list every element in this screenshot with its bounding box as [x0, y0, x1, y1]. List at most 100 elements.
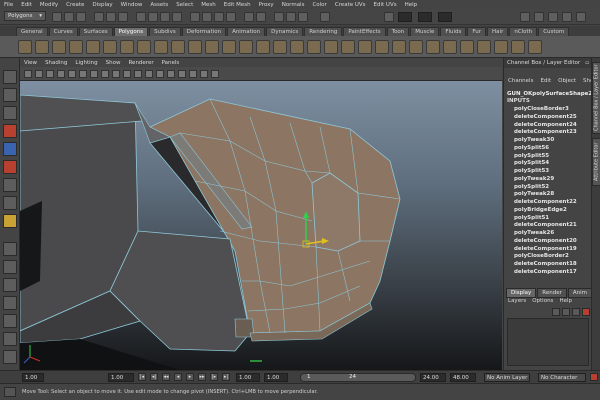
close-icon[interactable]: ▫: [585, 60, 589, 66]
channel-menu-object[interactable]: Object: [558, 78, 576, 84]
layer-menu-layers[interactable]: Layers: [508, 298, 526, 304]
shelf-tab-curves[interactable]: Curves: [48, 27, 78, 36]
new-layer-selected-icon[interactable]: [582, 308, 590, 316]
scale-tool-icon[interactable]: [3, 160, 17, 174]
rotate-tool-icon[interactable]: [3, 142, 17, 156]
history-item[interactable]: deleteComponent22: [514, 199, 592, 207]
image-plane-icon[interactable]: [57, 69, 65, 78]
menu-select[interactable]: Select: [176, 2, 193, 8]
menu-create[interactable]: Create: [66, 2, 84, 8]
grid-icon[interactable]: [68, 69, 76, 78]
history-item[interactable]: polySplit53: [514, 168, 592, 176]
numeric-field-z[interactable]: [438, 12, 452, 22]
mask-uv-icon[interactable]: [172, 12, 182, 22]
step-forward-frame-icon[interactable]: ▸▸: [198, 373, 206, 381]
command-line-icon[interactable]: [4, 387, 16, 397]
show-manipulator-icon[interactable]: [3, 214, 17, 228]
isolate-select-icon[interactable]: [211, 69, 219, 78]
shelf-tab-rendering[interactable]: Rendering: [304, 27, 343, 36]
poly-extrude-icon[interactable]: [188, 39, 202, 54]
safe-action-icon[interactable]: [123, 69, 131, 78]
mask-face-icon[interactable]: [160, 12, 170, 22]
history-item[interactable]: polySplit52: [514, 184, 592, 192]
shelf-tab-animation[interactable]: Animation: [227, 27, 266, 36]
channel-menu-channels[interactable]: Channels: [508, 78, 533, 84]
side-tab-channel-box[interactable]: Channel Box / Layer Editor: [592, 62, 600, 134]
poly-sphere-icon[interactable]: [18, 39, 32, 54]
smooth-shade-icon[interactable]: [145, 69, 153, 78]
uv-editor-icon[interactable]: [426, 39, 440, 54]
range-start-field[interactable]: 1.00: [22, 373, 44, 382]
layer-tab-anim[interactable]: Anim: [567, 288, 593, 298]
poly-merge-icon[interactable]: [273, 39, 287, 54]
step-back-frame-icon[interactable]: ◂◂: [162, 373, 170, 381]
character-set-dropdown[interactable]: No Character Set: [538, 373, 586, 389]
menu-proxy[interactable]: Proxy: [259, 2, 274, 8]
mask-vertex-icon[interactable]: [136, 12, 146, 22]
menu-display[interactable]: Display: [92, 2, 112, 8]
camera-attributes-icon[interactable]: [35, 69, 43, 78]
viewport-menu-view[interactable]: View: [24, 60, 37, 66]
poly-mirror-icon[interactable]: [324, 39, 338, 54]
poly-reverse-icon[interactable]: [494, 39, 508, 54]
poly-planar-uv-icon[interactable]: [358, 39, 372, 54]
menu-window[interactable]: Window: [121, 2, 143, 8]
shelf-tab-general[interactable]: General: [16, 27, 48, 36]
single-perspective-layout-icon[interactable]: [3, 242, 17, 256]
history-item[interactable]: deleteComponent25: [514, 114, 592, 122]
viewport-menu-panels[interactable]: Panels: [162, 60, 180, 66]
poly-soften-edge-icon[interactable]: [460, 39, 474, 54]
poly-combine-icon[interactable]: [137, 39, 151, 54]
paint-select-tool-icon[interactable]: [3, 106, 17, 120]
menu-color[interactable]: Color: [312, 2, 326, 8]
bookmark-icon[interactable]: [46, 69, 54, 78]
layer-tab-render[interactable]: Render: [537, 288, 567, 298]
wireframe-on-shaded-icon[interactable]: [156, 69, 164, 78]
menu-edit[interactable]: Edit: [21, 2, 32, 8]
poly-cone-icon[interactable]: [69, 39, 83, 54]
side-tab-attribute-editor[interactable]: Attribute Editor: [592, 138, 600, 186]
numeric-field-x[interactable]: [398, 12, 412, 22]
poly-bridge-icon[interactable]: [205, 39, 219, 54]
poly-bevel-icon[interactable]: [256, 39, 270, 54]
persp-graph-layout-icon[interactable]: [3, 296, 17, 310]
shelf-tab-dynamics[interactable]: Dynamics: [266, 27, 304, 36]
poly-quadrangulate-icon[interactable]: [528, 39, 542, 54]
numeric-field-y[interactable]: [418, 12, 432, 22]
shelf-tab-toon[interactable]: Toon: [386, 27, 410, 36]
select-camera-icon[interactable]: [24, 69, 32, 78]
show-attribute-editor-icon[interactable]: [534, 12, 544, 22]
menu-edit-mesh[interactable]: Edit Mesh: [224, 2, 251, 8]
poly-cube-icon[interactable]: [35, 39, 49, 54]
show-tool-settings-icon[interactable]: [548, 12, 558, 22]
viewport-menu-renderer[interactable]: Renderer: [128, 60, 153, 66]
playback-start-field[interactable]: 1.00: [264, 373, 288, 382]
save-scene-icon[interactable]: [76, 12, 86, 22]
gate-mask-icon[interactable]: [101, 69, 109, 78]
snap-point-icon[interactable]: [214, 12, 224, 22]
film-gate-icon[interactable]: [79, 69, 87, 78]
current-time-field[interactable]: 1.00: [108, 373, 134, 382]
open-scene-icon[interactable]: [64, 12, 74, 22]
show-layer-editor-icon[interactable]: [576, 12, 586, 22]
universal-manipulator-icon[interactable]: [3, 178, 17, 192]
viewport-menu-show[interactable]: Show: [106, 60, 121, 66]
transform-mode-icon[interactable]: [384, 12, 394, 22]
go-to-end-icon[interactable]: ▸|: [222, 373, 230, 381]
play-forward-icon[interactable]: ▸: [186, 373, 194, 381]
menu-help[interactable]: Help: [405, 2, 418, 8]
show-modeling-toolkit-icon[interactable]: [520, 12, 530, 22]
shelf-tab-subdivs[interactable]: Subdivs: [149, 27, 181, 36]
shelf-tab-fluids[interactable]: Fluids: [440, 27, 467, 36]
poly-spherical-uv-icon[interactable]: [392, 39, 406, 54]
anim-layer-dropdown[interactable]: No Anim Layer: [484, 373, 530, 382]
poly-append-icon[interactable]: [222, 39, 236, 54]
step-forward-key-icon[interactable]: |▸: [210, 373, 218, 381]
field-chart-icon[interactable]: [112, 69, 120, 78]
construction-history-icon[interactable]: [256, 12, 266, 22]
menu-edit-uvs[interactable]: Edit UVs: [374, 2, 397, 8]
menu-create-uvs[interactable]: Create UVs: [335, 2, 366, 8]
history-item[interactable]: polyTweak26: [514, 230, 592, 238]
history-item[interactable]: deleteComponent18: [514, 261, 592, 269]
outliner-layout-icon[interactable]: [3, 332, 17, 346]
